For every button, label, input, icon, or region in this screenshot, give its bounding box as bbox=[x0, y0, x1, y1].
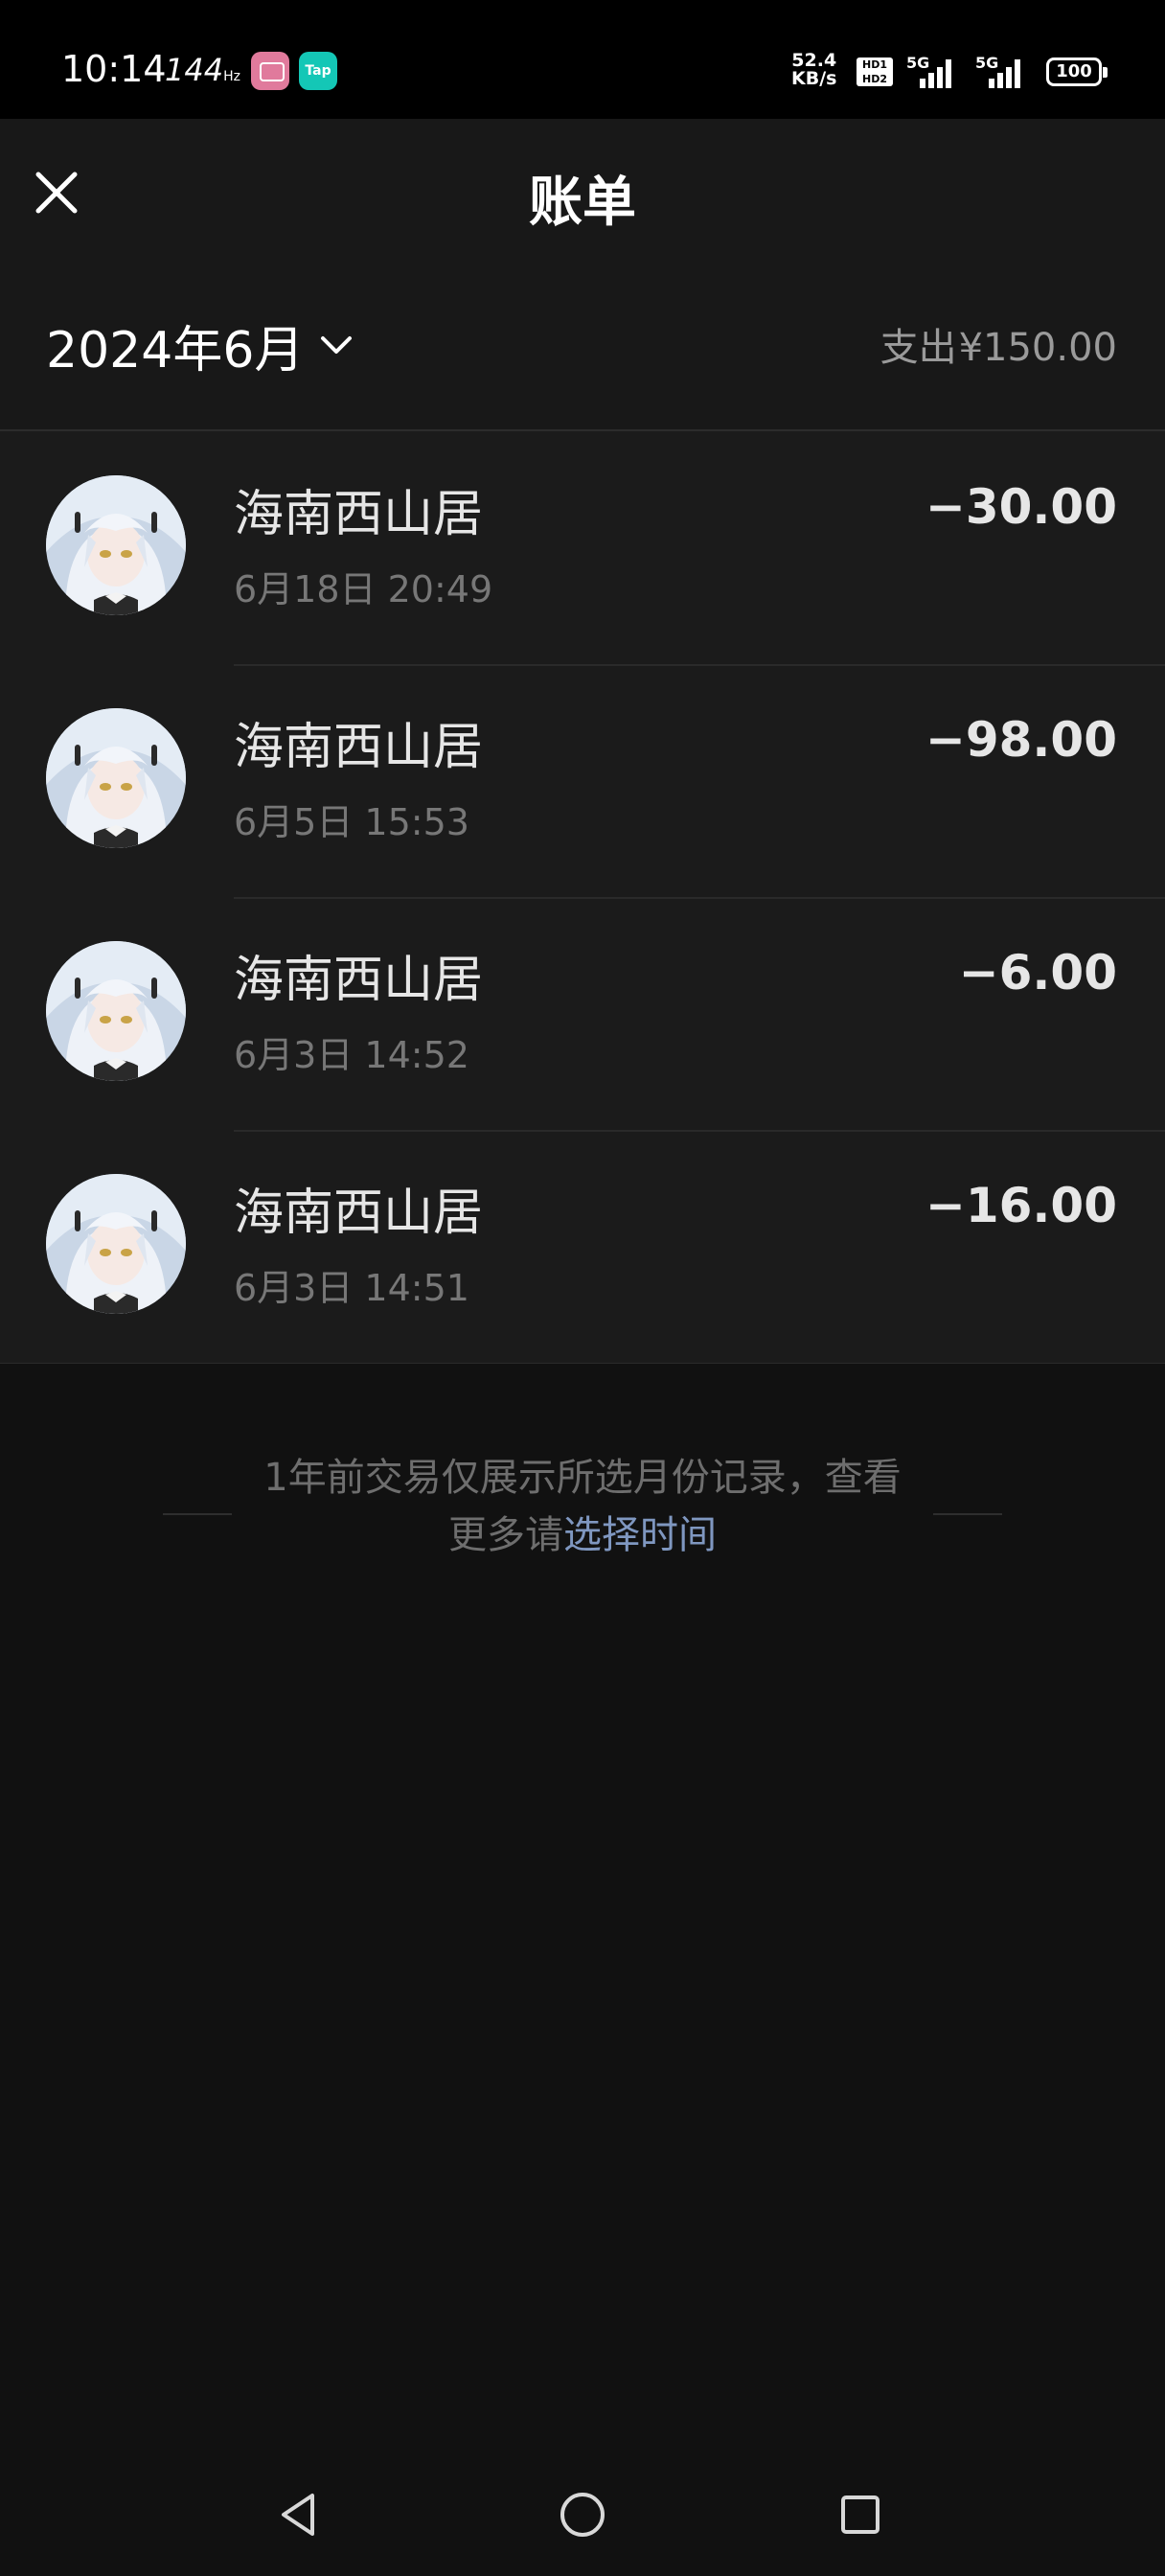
transaction-time: 6月3日 14:51 bbox=[234, 1267, 469, 1309]
status-bar: 10:14 144Hz Tap 52.4 KB/s HD1 HD2 5G 5G 10… bbox=[0, 0, 1165, 119]
merchant-avatar bbox=[46, 475, 186, 615]
month-label: 2024年6月 bbox=[46, 321, 305, 380]
month-selector[interactable]: 2024年6月 bbox=[46, 307, 354, 383]
signal-bar bbox=[997, 73, 1003, 88]
transaction-list: 海南西山居 6月18日 20:49 −30.00 海南西山居 6月5日 15:5… bbox=[0, 431, 1165, 1364]
transaction-time: 6月5日 15:53 bbox=[234, 801, 469, 843]
network-speed: 52.4 KB/s bbox=[791, 52, 836, 88]
transaction-amount: −6.00 bbox=[958, 945, 1117, 1000]
network-speed-unit: KB/s bbox=[791, 68, 837, 89]
nav-recents-button[interactable] bbox=[832, 2486, 889, 2543]
page-title: 账单 bbox=[529, 172, 636, 234]
signal-bar bbox=[928, 73, 934, 88]
select-time-link[interactable]: 选择时间 bbox=[563, 1513, 717, 1557]
merchant-name: 海南西山居 bbox=[234, 719, 484, 776]
signal-bar bbox=[989, 79, 994, 88]
home-circle-icon bbox=[560, 2493, 605, 2537]
refresh-rate-value: 144 bbox=[165, 52, 224, 88]
status-time: 10:14 bbox=[61, 48, 167, 90]
signal-bar bbox=[1006, 67, 1012, 88]
transaction-row[interactable]: 海南西山居 6月18日 20:49 −30.00 bbox=[0, 431, 1165, 664]
expense-summary-label: 支出 bbox=[879, 326, 957, 370]
signal-bar bbox=[946, 59, 951, 88]
expense-summary: 支出 ¥150.00 bbox=[880, 316, 1117, 372]
hd-icon: HD1 HD2 bbox=[857, 58, 893, 86]
chevron-down-icon bbox=[321, 336, 353, 354]
merchant-avatar bbox=[46, 1174, 186, 1314]
notice-divider-right bbox=[933, 1513, 1002, 1515]
signal-bar bbox=[1015, 59, 1020, 88]
transaction-row[interactable]: 海南西山居 6月3日 14:51 −16.00 bbox=[0, 1130, 1165, 1363]
signal-bar bbox=[920, 79, 925, 88]
tap-app-icon: Tap bbox=[299, 52, 337, 90]
merchant-name: 海南西山居 bbox=[234, 952, 484, 1009]
transaction-amount: −30.00 bbox=[925, 479, 1117, 535]
history-notice: 1年前交易仅展示所选月份记录，查看更多请选择时间 bbox=[249, 1449, 916, 1564]
expense-summary-amount: ¥150.00 bbox=[958, 326, 1117, 370]
nav-back-button[interactable] bbox=[272, 2486, 330, 2543]
transaction-time: 6月18日 20:49 bbox=[234, 568, 493, 610]
transaction-time: 6月3日 14:52 bbox=[234, 1034, 469, 1076]
transaction-amount: −16.00 bbox=[925, 1178, 1117, 1233]
battery-icon: 100 bbox=[1046, 58, 1108, 86]
signal-1-label: 5G bbox=[906, 54, 930, 72]
hd-label-2: HD2 bbox=[862, 73, 887, 85]
merchant-avatar bbox=[46, 941, 186, 1081]
merchant-name: 海南西山居 bbox=[234, 1184, 484, 1242]
signal-2-label: 5G bbox=[975, 54, 999, 72]
notice-divider-left bbox=[163, 1513, 232, 1515]
refresh-rate-unit: Hz bbox=[223, 69, 240, 84]
refresh-rate: 144Hz bbox=[165, 52, 240, 88]
back-triangle-icon bbox=[282, 2494, 314, 2536]
signal-bar bbox=[937, 67, 943, 88]
notification-app-icon bbox=[251, 52, 289, 90]
bill-page: 10:14 144Hz Tap 52.4 KB/s HD1 HD2 5G 5G 10… bbox=[0, 0, 1165, 2576]
transaction-row[interactable]: 海南西山居 6月5日 15:53 −98.00 bbox=[0, 664, 1165, 897]
hd-label-1: HD1 bbox=[862, 58, 887, 71]
signal-1-icon: 5G bbox=[906, 54, 956, 88]
merchant-name: 海南西山居 bbox=[234, 486, 484, 543]
signal-2-icon: 5G bbox=[975, 54, 1025, 88]
nav-home-button[interactable] bbox=[554, 2486, 611, 2543]
merchant-avatar bbox=[46, 708, 186, 848]
transaction-row[interactable]: 海南西山居 6月3日 14:52 −6.00 bbox=[0, 897, 1165, 1130]
transaction-amount: −98.00 bbox=[925, 712, 1117, 768]
recents-square-icon bbox=[841, 2496, 879, 2534]
